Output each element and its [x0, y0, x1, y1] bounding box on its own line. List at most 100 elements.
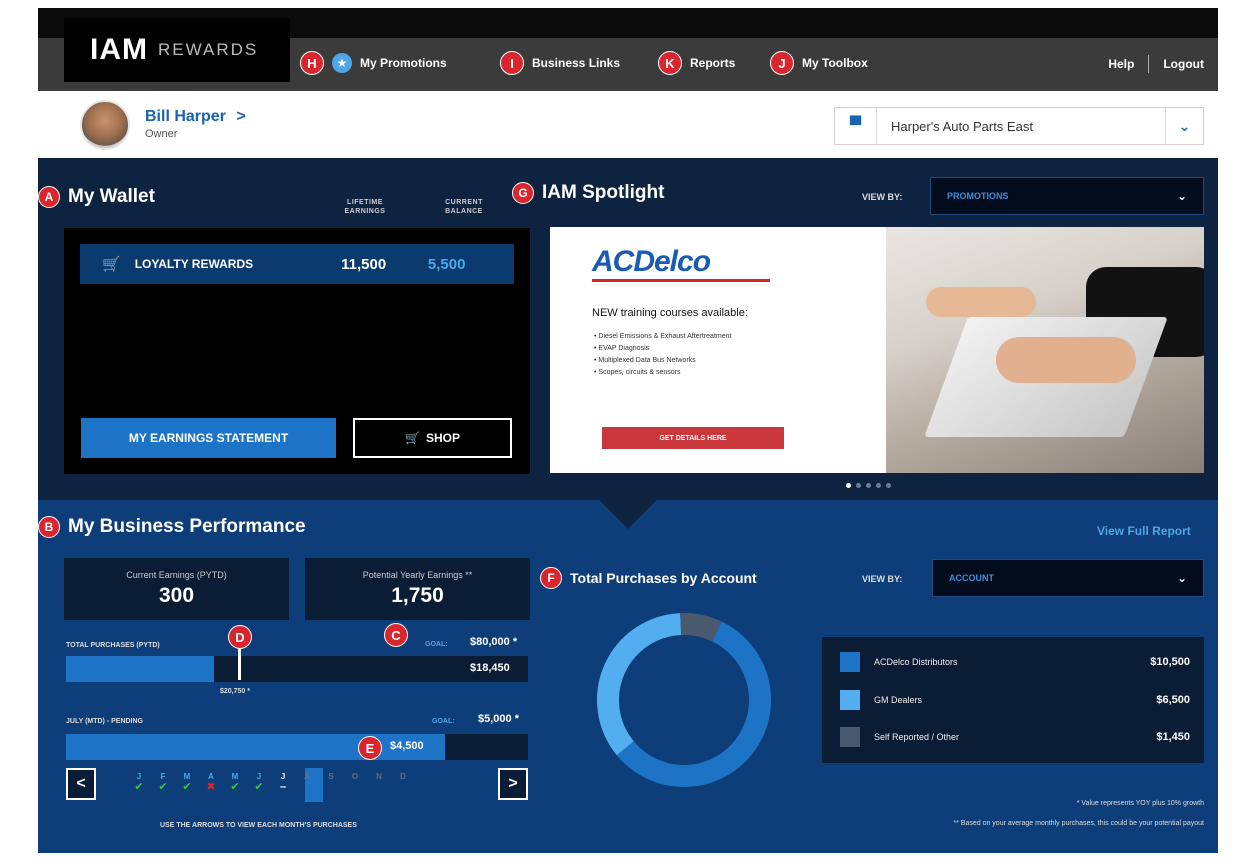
month-indicator[interactable]: O [348, 772, 362, 781]
target-marker [238, 648, 241, 680]
avatar[interactable] [80, 100, 130, 150]
callout-badge: B [38, 516, 60, 538]
month-indicator[interactable]: J ✔ [252, 772, 266, 793]
store-select[interactable]: ▀ Harper's Auto Parts East ⌄ [834, 107, 1204, 145]
legend-name: GM Dealers [874, 695, 923, 705]
star-icon: ★ [332, 53, 352, 73]
promo-headline: NEW training courses available: [592, 307, 748, 319]
month-indicator[interactable]: M ✔ [180, 772, 194, 793]
carousel-dot[interactable] [846, 483, 851, 488]
divider [1148, 55, 1150, 73]
shop-button[interactable]: 🛒 SHOP [353, 418, 512, 458]
check-icon: ✔ [182, 781, 192, 793]
goal-value: $5,000 * [478, 713, 519, 725]
month-letter: N [376, 772, 382, 781]
photo-hand [926, 287, 1036, 317]
month-indicator[interactable]: N [372, 772, 386, 781]
nav-label: My Promotions [360, 56, 447, 70]
goal-value: $80,000 * [470, 636, 518, 648]
month-letter: M [231, 772, 239, 781]
month-letter: J [256, 772, 262, 781]
spotlight-carousel-slide[interactable]: ACDelco NEW training courses available: … [550, 227, 1204, 473]
user-name-link[interactable]: Bill Harper > [145, 108, 246, 126]
logo-light: REWARDS [158, 40, 259, 59]
help-link[interactable]: Help [1108, 57, 1134, 71]
photo-hand [996, 337, 1136, 383]
month-indicator[interactable]: S [324, 772, 338, 781]
earnings-statement-button[interactable]: MY EARNINGS STATEMENT [81, 418, 336, 458]
store-icon: ▀ [835, 108, 877, 144]
chevron-down-icon: ⌄ [1176, 189, 1187, 203]
nav-reports[interactable]: K Reports [658, 50, 735, 76]
panel-notch [598, 499, 658, 529]
callout-badge: K [658, 51, 682, 75]
callout-badge: F [540, 567, 562, 589]
wallet-title-text: My Wallet [68, 186, 155, 207]
next-month-button[interactable]: > [498, 768, 528, 800]
month-indicator[interactable]: D [396, 772, 410, 781]
donut-slice[interactable] [680, 613, 722, 642]
list-item: Multiplexed Data Bus Networks [594, 355, 731, 367]
legend-value: $1,450 [1156, 731, 1190, 743]
carousel-dot[interactable] [886, 483, 891, 488]
promo-photo [886, 227, 1204, 473]
nav-label: Reports [690, 56, 736, 70]
legend-row: GM Dealers $6,500 [840, 690, 1190, 710]
nav-my-toolbox[interactable]: J My Toolbox [770, 50, 868, 76]
acdelco-logo: ACDelco [592, 245, 711, 278]
donut-slice[interactable] [597, 613, 682, 756]
prev-month-button[interactable]: < [66, 768, 96, 800]
get-details-button[interactable]: GET DETAILS HERE [602, 427, 784, 449]
carousel-dot[interactable] [876, 483, 881, 488]
marker-value: $20,750 * [220, 688, 250, 695]
donut-slice[interactable] [616, 621, 771, 787]
promo-course-list: Diesel Emissions & Exhaust Aftertreatmen… [594, 331, 731, 379]
total-purchases-label: TOTAL PURCHASES (PYTD) [66, 642, 160, 649]
month-indicator[interactable]: J ✔ [132, 772, 146, 793]
callout-badge: A [38, 186, 60, 208]
carousel-dot[interactable] [856, 483, 861, 488]
check-icon: ✔ [230, 781, 240, 793]
loyalty-rewards-row[interactable]: 🛒 LOYALTY REWARDS 11,500 5,500 [80, 244, 514, 284]
total-purchases-track [66, 656, 528, 682]
cart-icon: 🛒 [102, 256, 121, 273]
list-item: EVAP Diagnosis [594, 343, 731, 355]
month-letter: A [304, 772, 310, 781]
goal-label: GOAL: [425, 641, 448, 648]
month-arrows-hint: USE THE ARROWS TO VIEW EACH MONTH'S PURC… [160, 822, 357, 829]
month-indicator[interactable]: J – [276, 772, 290, 793]
callout-badge: I [500, 51, 524, 75]
legend-swatch [840, 727, 860, 747]
goal-label: GOAL: [432, 718, 455, 725]
month-letter: J [280, 772, 286, 781]
list-item: Scopes, circuits & sensors [594, 367, 731, 379]
view-full-report-link[interactable]: View Full Report [1097, 524, 1191, 538]
spotlight-viewby-value: PROMOTIONS [947, 191, 1009, 201]
month-letter: A [208, 772, 214, 781]
legend-swatch [840, 652, 860, 672]
nav-business-links[interactable]: I Business Links [500, 50, 620, 76]
legend-value: $6,500 [1156, 694, 1190, 706]
x-icon: ✖ [206, 781, 216, 793]
carousel-dots [846, 483, 891, 488]
nav-my-promotions[interactable]: H ★ My Promotions [300, 50, 447, 76]
purchases-viewby-label: VIEW BY: [862, 574, 903, 584]
iam-rewards-logo[interactable]: IAM REWARDS [64, 18, 290, 82]
legend-row: ACDelco Distributors $10,500 [840, 652, 1190, 672]
carousel-dot[interactable] [866, 483, 871, 488]
month-indicator[interactable]: A [300, 772, 314, 781]
callout-badge: J [770, 51, 794, 75]
spotlight-viewby-select[interactable]: PROMOTIONS ⌄ [930, 177, 1204, 215]
callout-badge: C [384, 623, 408, 647]
month-indicator[interactable]: A ✖ [204, 772, 218, 793]
nav-label: Business Links [532, 56, 621, 70]
month-indicator[interactable]: F ✔ [156, 772, 170, 793]
purchases-viewby-select[interactable]: ACCOUNT ⌄ [932, 559, 1204, 597]
month-letter: M [183, 772, 191, 781]
month-indicator[interactable]: M ✔ [228, 772, 242, 793]
logout-link[interactable]: Logout [1163, 57, 1204, 71]
chevron-down-icon[interactable]: ⌄ [1165, 108, 1203, 144]
promo-text-panel: ACDelco NEW training courses available: … [550, 227, 886, 473]
nav-label: My Toolbox [802, 56, 868, 70]
kpi-label: Potential Yearly Earnings ** [362, 570, 473, 580]
